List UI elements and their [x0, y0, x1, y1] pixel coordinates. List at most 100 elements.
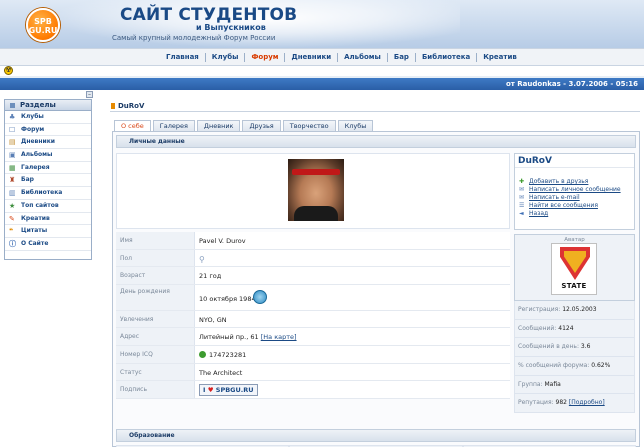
- field-row-icq: Номер ICQ 174723281: [116, 345, 510, 364]
- sidebar-item[interactable]: ★ Топ сайтов: [5, 200, 91, 213]
- field-value-signature: I ♥ SPBGU.RU: [195, 381, 510, 398]
- user-action-link[interactable]: ✉ Написать e-mail: [519, 194, 634, 202]
- stat-per-day: Сообщений в день: 3.6: [514, 338, 635, 358]
- signature-banner[interactable]: I ♥ SPBGU.RU: [199, 384, 258, 397]
- sidebar-item[interactable]: ♣ Клубы: [5, 111, 91, 124]
- sidebar-item-label: Альбомы: [21, 151, 53, 159]
- avatar-box: Аватар STATE: [514, 234, 635, 301]
- user-action-link[interactable]: ✉ Написать личное сообщение: [519, 186, 634, 194]
- personal-data-header: Личные данные: [116, 135, 636, 148]
- sidebar-item-label: Цитаты: [21, 227, 48, 235]
- status-bar: ☢: [0, 66, 644, 76]
- stat-value: 12.05.2003: [562, 306, 597, 313]
- stat-label: % сообщений форума:: [518, 362, 590, 370]
- user-action-link[interactable]: ☰ Найти все сообщения: [519, 202, 634, 210]
- section-icon: ▥: [9, 189, 16, 198]
- section-icon: ★: [9, 201, 16, 210]
- field-label: Возраст: [116, 267, 195, 284]
- stat-reputation: Репутация: 982 [Подробно]: [514, 394, 635, 414]
- icq-number: 174723281: [209, 350, 247, 359]
- stat-label: Репутация:: [518, 399, 554, 407]
- stat-value: 982: [555, 399, 567, 407]
- stat-label: Группа:: [518, 380, 543, 388]
- sidebar-item[interactable]: ▥ Библиотека: [5, 187, 91, 200]
- user-action-link[interactable]: ✚ Добавить в друзья: [519, 178, 634, 186]
- field-value-gender: ⚲: [195, 249, 510, 267]
- reputation-details-link[interactable]: [Подробно]: [569, 399, 605, 406]
- sidebar: Разделы ♣ Клубы ☐ Форум ▤ Дневники ▣ Альбомы ▦ Га…: [4, 99, 92, 260]
- action-label: Назад: [529, 210, 549, 217]
- sidebar-item-label: Бар: [21, 176, 34, 184]
- profile-header: DuRoV: [110, 100, 640, 112]
- user-action-link[interactable]: ◄ Назад: [519, 210, 634, 218]
- profile-tab[interactable]: Друзья: [242, 120, 281, 131]
- sidebar-collapse-button[interactable]: –: [86, 91, 93, 98]
- sidebar-item-label: Клубы: [21, 113, 44, 120]
- nav-item[interactable]: Библиотека: [416, 53, 478, 62]
- nav-item[interactable]: Форум: [245, 53, 286, 62]
- stat-posts: Сообщений: 4124: [514, 319, 635, 339]
- header-marker: [111, 103, 115, 109]
- action-icon: ✚: [519, 178, 525, 185]
- stat-value: 3.6: [580, 343, 591, 351]
- personal-fields: Имя Pavel V. Durov Пол ⚲ Возраст 21 год …: [116, 232, 510, 399]
- action-icon: ✉: [519, 194, 525, 201]
- photo-headband: [292, 169, 340, 175]
- profile-tab[interactable]: О себе: [114, 120, 151, 131]
- field-label: Подпись: [116, 381, 195, 398]
- section-icon: ▦: [9, 163, 16, 172]
- action-label: Написать e-mail: [529, 194, 580, 201]
- section-icon: ▣: [9, 151, 16, 160]
- stat-group: Группа: Mafia: [514, 375, 635, 395]
- site-header: SPB GU.RU САЙТ СТУДЕНТОВ и Выпускников С…: [0, 0, 644, 48]
- profile-panel: Личные данные Имя Pavel V. Durov Пол ⚲ В…: [112, 131, 640, 447]
- action-icon: ✉: [519, 186, 525, 193]
- sidebar-item[interactable]: ▣ Альбомы: [5, 149, 91, 162]
- nav-item[interactable]: Клубы: [206, 53, 246, 62]
- sidebar-item-label: Топ сайтов: [21, 201, 59, 209]
- nav-item[interactable]: Бар: [388, 53, 416, 62]
- sidebar-item[interactable]: ⓘ О Сайте: [5, 238, 91, 251]
- nav-item[interactable]: Дневники: [285, 53, 339, 62]
- action-label: Найти все сообщения: [529, 202, 598, 209]
- site-logo[interactable]: SPB GU.RU: [26, 8, 60, 42]
- field-row-address: Адрес Литейный пр., 61 [На карте]: [116, 328, 510, 346]
- sidebar-item[interactable]: ▦ Галерея: [5, 162, 91, 175]
- field-row-hobby: Увлечения NYO, GN: [116, 310, 510, 329]
- map-link[interactable]: [На карте]: [261, 333, 297, 341]
- profile-tab[interactable]: Дневник: [196, 120, 241, 131]
- sidebar-item[interactable]: ☐ Форум: [5, 124, 91, 137]
- field-value-hobby: NYO, GN: [195, 310, 510, 328]
- gender-icon: ⚲: [199, 254, 205, 264]
- field-value-icq: 174723281: [195, 345, 510, 363]
- sidebar-item[interactable]: ♜ Бар: [5, 174, 91, 188]
- sidebar-item[interactable]: ▤ Дневники: [5, 136, 91, 150]
- profile-tab[interactable]: Творчество: [282, 120, 336, 131]
- field-row-status: Статус The Architect: [116, 363, 510, 382]
- avatar-text: STATE: [561, 282, 587, 290]
- sidebar-item[interactable]: ✎ Креатив: [5, 213, 91, 226]
- site-subtitle: и Выпускников: [196, 23, 266, 32]
- nav-item[interactable]: Главная: [160, 53, 206, 62]
- field-row-gender: Пол ⚲: [116, 249, 510, 268]
- nav-item[interactable]: Альбомы: [338, 53, 388, 62]
- nav-item[interactable]: Креатив: [477, 53, 523, 62]
- profile-tab[interactable]: Клубы: [337, 120, 374, 131]
- field-row-signature: Подпись I ♥ SPBGU.RU: [116, 381, 510, 399]
- logo-text: SPB: [34, 17, 52, 26]
- section-icon: ☐: [9, 125, 16, 134]
- field-row-name: Имя Pavel V. Durov: [116, 232, 510, 250]
- heart-icon: ♥: [207, 386, 214, 395]
- avatar: STATE: [551, 243, 597, 295]
- profile-tab[interactable]: Галерея: [152, 120, 195, 131]
- zodiac-icon: [253, 289, 267, 304]
- stat-percent: % сообщений форума: 0.62%: [514, 357, 635, 376]
- user-photo[interactable]: [288, 159, 344, 221]
- signature-text: SPBGU.RU: [215, 386, 254, 395]
- radiation-icon[interactable]: ☢: [4, 66, 13, 75]
- stat-label: Сообщений в день:: [518, 343, 579, 351]
- stat-label: Регистрация:: [518, 306, 561, 313]
- main-content: DuRoV О себе Галерея Дневник Друзья Творчест…: [110, 100, 640, 447]
- sidebar-item[interactable]: ❝ Цитаты: [5, 225, 91, 238]
- field-value-status: The Architect: [195, 363, 510, 381]
